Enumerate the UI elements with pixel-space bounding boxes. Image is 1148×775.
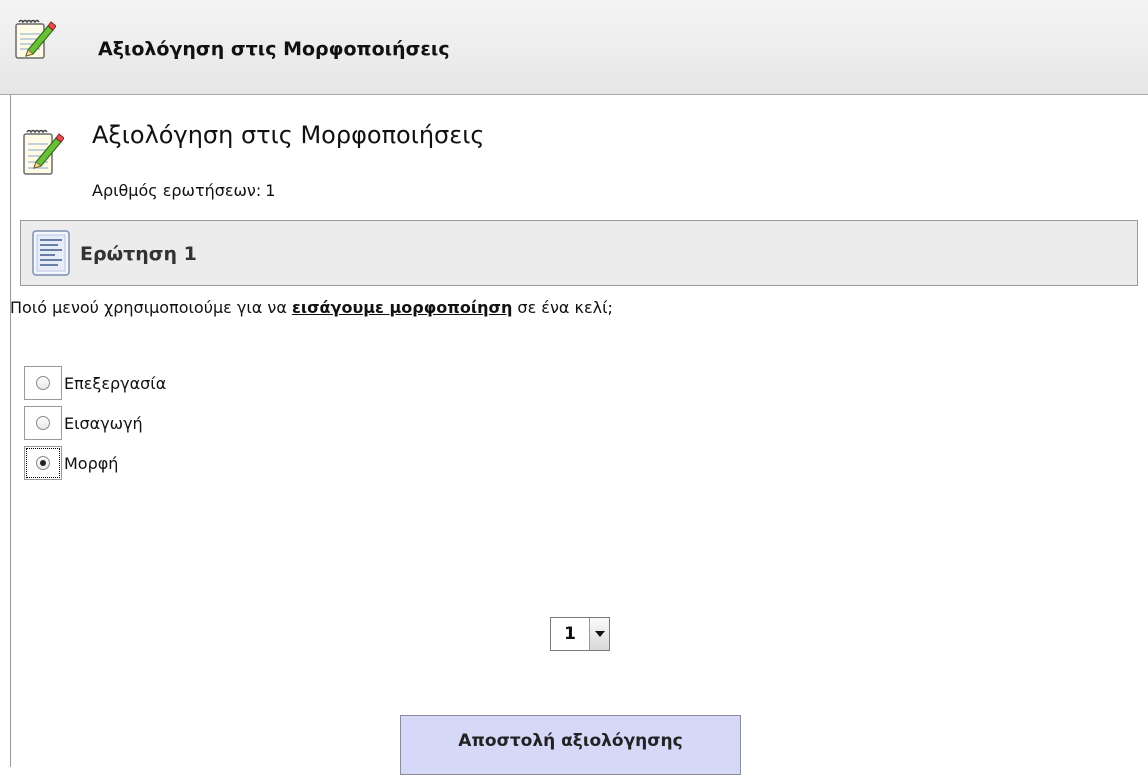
chevron-down-icon[interactable] bbox=[589, 618, 609, 650]
question-count-label: Αριθμός ερωτήσεων: bbox=[92, 181, 262, 200]
answer-option[interactable]: Μορφή bbox=[24, 446, 118, 480]
document-lines-icon bbox=[32, 230, 70, 276]
question-text: Ποιό μενού χρησιμοποιούμε για να εισάγου… bbox=[10, 298, 613, 317]
question-text-link[interactable]: εισάγουμε μορφοποίηση bbox=[292, 298, 512, 317]
question-text-after: σε ένα κελί; bbox=[512, 298, 613, 317]
question-page-select[interactable]: 1 bbox=[550, 617, 610, 651]
answer-radio[interactable] bbox=[36, 416, 50, 430]
page-select-value[interactable]: 1 bbox=[551, 618, 589, 650]
answer-label[interactable]: Επεξεργασία bbox=[64, 374, 166, 393]
page-left-border bbox=[10, 95, 11, 767]
question-count-value: 1 bbox=[265, 181, 276, 200]
answer-radio[interactable] bbox=[36, 376, 50, 390]
quiz-title: Αξιολόγηση στις Μορφοποιήσεις bbox=[92, 121, 485, 149]
notepad-pencil-icon bbox=[23, 129, 64, 175]
radio-cell[interactable] bbox=[24, 446, 62, 480]
radio-cell[interactable] bbox=[24, 366, 62, 400]
question-header: Ερώτηση 1 bbox=[20, 220, 1138, 286]
question-title: Ερώτηση 1 bbox=[80, 243, 197, 265]
submit-evaluation-button[interactable]: Αποστολή αξιολόγησης bbox=[400, 715, 741, 775]
answer-radio-selected[interactable] bbox=[36, 456, 50, 470]
radio-cell[interactable] bbox=[24, 406, 62, 440]
answer-label[interactable]: Εισαγωγή bbox=[64, 414, 143, 433]
question-text-before: Ποιό μενού χρησιμοποιούμε για να bbox=[10, 298, 292, 317]
answer-label[interactable]: Μορφή bbox=[64, 454, 118, 473]
answer-option[interactable]: Επεξεργασία bbox=[24, 366, 166, 400]
header-title: Αξιολόγηση στις Μορφοποιήσεις bbox=[98, 38, 450, 60]
notepad-pencil-icon bbox=[15, 19, 56, 59]
question-count: Αριθμός ερωτήσεων: 1 bbox=[92, 181, 275, 200]
page-header: Αξιολόγηση στις Μορφοποιήσεις bbox=[0, 0, 1148, 95]
answer-option[interactable]: Εισαγωγή bbox=[24, 406, 143, 440]
